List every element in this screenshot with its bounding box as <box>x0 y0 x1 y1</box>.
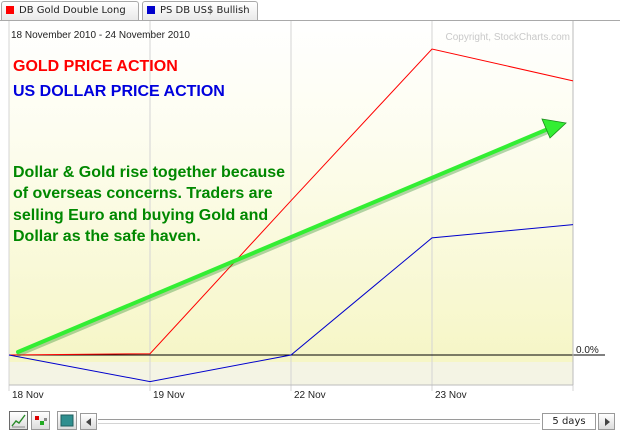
commentary-line: Dollar & Gold rise together because <box>13 164 285 181</box>
bar-chart-view-button[interactable] <box>31 411 50 430</box>
x-axis-tick-labels: 18 Nov 19 Nov 22 Nov 23 Nov <box>12 390 467 401</box>
x-tick-label: 23 Nov <box>435 390 467 401</box>
legend-tab-usd[interactable]: PS DB US$ Bullish <box>142 1 258 20</box>
x-tick-label: 18 Nov <box>12 390 44 401</box>
gold-series-swatch <box>6 6 14 14</box>
commentary-line: selling Euro and buying Gold and <box>13 207 268 224</box>
legend-tab-usd-label: PS DB US$ Bullish <box>160 5 250 16</box>
usd-series-swatch <box>147 6 155 14</box>
chevron-left-icon <box>86 418 91 426</box>
scroll-right-button[interactable] <box>598 413 615 430</box>
legend-tab-gold-label: DB Gold Double Long <box>19 5 126 16</box>
chevron-right-icon <box>605 418 610 426</box>
commentary-line: Dollar as the safe haven. <box>13 228 201 245</box>
chart-toolbar: 5 days <box>0 406 620 438</box>
copyright-label: Copyright, StockCharts.com <box>446 32 571 43</box>
date-range-select-value: 5 days <box>552 416 586 427</box>
gold-headline: GOLD PRICE ACTION <box>13 58 178 75</box>
legend-tab-bar: DB Gold Double Long PS DB US$ Bullish <box>0 0 620 22</box>
scroll-left-button[interactable] <box>80 413 97 430</box>
area-chart-icon <box>60 414 74 427</box>
usd-headline: US DOLLAR PRICE ACTION <box>13 83 225 100</box>
commentary-line: of overseas concerns. Traders are <box>13 185 273 202</box>
line-chart-view-button[interactable] <box>9 411 28 430</box>
x-tick-label: 22 Nov <box>294 390 326 401</box>
time-scroll-track[interactable] <box>98 419 540 424</box>
date-range-select[interactable]: 5 days <box>542 413 596 430</box>
line-chart-icon <box>11 414 26 428</box>
price-chart: 18 November 2010 - 24 November 2010 Copy… <box>8 21 605 401</box>
date-range-label: 18 November 2010 - 24 November 2010 <box>11 30 190 41</box>
legend-tab-gold[interactable]: DB Gold Double Long <box>1 1 139 20</box>
bar-chart-icon <box>35 416 47 425</box>
x-tick-label: 19 Nov <box>153 390 185 401</box>
zero-percent-label: 0.0% <box>576 345 599 356</box>
area-chart-view-button[interactable] <box>57 411 77 430</box>
